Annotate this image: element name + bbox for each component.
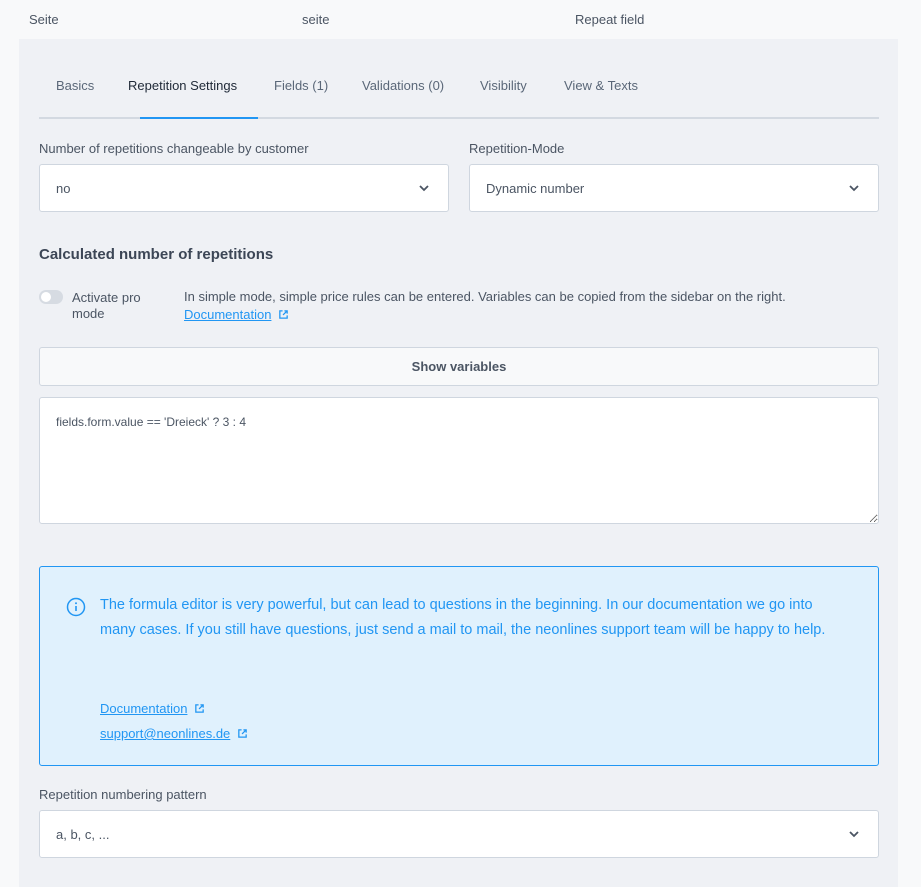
info-icon bbox=[66, 597, 86, 617]
hint-text: In simple mode, simple price rules can b… bbox=[184, 289, 786, 304]
pro-mode-label: Activate pro mode bbox=[72, 290, 141, 321]
header-col-name: seite bbox=[302, 12, 330, 27]
tab-visibility[interactable]: Visibility bbox=[480, 78, 527, 93]
toggle-knob bbox=[41, 292, 51, 302]
chevron-down-icon bbox=[419, 185, 429, 192]
tab-repetition-settings[interactable]: Repetition Settings bbox=[128, 78, 237, 93]
mode-select[interactable]: Dynamic number bbox=[469, 164, 879, 212]
tab-basics[interactable]: Basics bbox=[56, 78, 94, 93]
external-link-icon bbox=[279, 310, 288, 319]
info-text: The formula editor is very powerful, but… bbox=[100, 597, 826, 638]
documentation-link[interactable]: Documentation bbox=[184, 307, 271, 322]
active-tab-indicator bbox=[140, 117, 258, 119]
header-col-label: Repeat field bbox=[575, 12, 645, 27]
mode-value: Dynamic number bbox=[486, 181, 585, 196]
changeable-value: no bbox=[56, 181, 71, 196]
chevron-down-icon bbox=[849, 185, 859, 192]
section-title: Calculated number of repetitions bbox=[39, 246, 274, 263]
info-links: Documentation support@neonlines.de bbox=[100, 696, 248, 746]
header-col-type: Seite bbox=[29, 12, 59, 27]
tab-bar: Basics Repetition Settings Fields (1) Va… bbox=[39, 39, 879, 119]
changeable-select[interactable]: no bbox=[39, 164, 449, 212]
settings-panel: Basics Repetition Settings Fields (1) Va… bbox=[19, 39, 898, 887]
changeable-label: Number of repetitions changeable by cust… bbox=[39, 141, 309, 156]
mode-label: Repetition-Mode bbox=[469, 141, 565, 156]
external-link-icon bbox=[195, 704, 204, 713]
tab-fields[interactable]: Fields (1) bbox=[274, 78, 328, 93]
show-variables-button[interactable]: Show variables bbox=[39, 347, 879, 386]
numbering-label: Repetition numbering pattern bbox=[39, 787, 207, 802]
support-email-link[interactable]: support@neonlines.de bbox=[100, 726, 230, 741]
info-documentation-link[interactable]: Documentation bbox=[100, 701, 187, 716]
header-row: Seite seite Repeat field bbox=[0, 0, 921, 39]
external-link-icon bbox=[238, 729, 247, 738]
formula-input[interactable] bbox=[39, 397, 879, 524]
simple-mode-hint: In simple mode, simple price rules can b… bbox=[184, 289, 786, 322]
numbering-select[interactable]: a, b, c, ... bbox=[39, 810, 879, 858]
chevron-down-icon bbox=[849, 831, 859, 838]
info-alert: The formula editor is very powerful, but… bbox=[39, 566, 879, 766]
pro-mode-toggle[interactable] bbox=[39, 290, 63, 304]
tab-validations[interactable]: Validations (0) bbox=[362, 78, 444, 93]
numbering-value: a, b, c, ... bbox=[56, 827, 110, 842]
tab-view-texts[interactable]: View & Texts bbox=[564, 78, 638, 93]
